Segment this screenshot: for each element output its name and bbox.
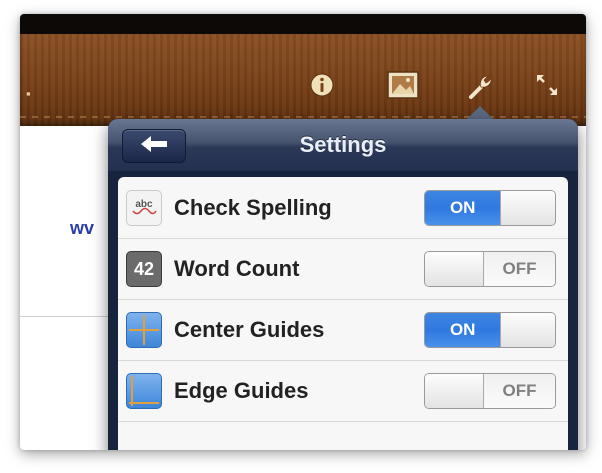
wrench-icon[interactable]	[462, 68, 498, 104]
toggle-knob	[500, 313, 555, 347]
toggle-state: OFF	[484, 374, 555, 408]
status-bar	[20, 14, 586, 34]
setting-row-check-spelling: abc Check Spelling ON	[118, 177, 568, 239]
toggle-knob	[425, 374, 484, 408]
spellcheck-icon: abc	[126, 190, 162, 226]
popover-header: Settings	[108, 119, 578, 171]
word-count-icon: 42	[126, 251, 162, 287]
left-arrow-icon	[139, 134, 169, 159]
document-divider	[20, 316, 120, 317]
edge-guides-icon	[126, 373, 162, 409]
center-guides-icon	[126, 312, 162, 348]
image-icon[interactable]	[384, 68, 422, 102]
center-guides-toggle[interactable]: ON	[424, 312, 556, 348]
edge-guides-toggle[interactable]: OFF	[424, 373, 556, 409]
info-icon[interactable]	[307, 70, 337, 100]
toggle-state: ON	[425, 313, 501, 347]
setting-label: Word Count	[174, 256, 300, 281]
toggle-knob	[500, 191, 555, 225]
settings-list: abc Check Spelling ON 42 Word Count OFF …	[118, 177, 568, 450]
setting-row-word-count: 42 Word Count OFF	[118, 238, 568, 300]
settings-popover: Settings abc Check Spelling ON 42 Word C…	[108, 119, 578, 450]
toolbar-edge-glyph: ▪	[26, 86, 31, 101]
setting-label: Edge Guides	[174, 378, 309, 403]
app-window: ▪ wv Settings abc Check Spelling ON 42 W…	[20, 14, 586, 450]
back-button[interactable]	[122, 129, 186, 163]
toggle-state: ON	[425, 191, 501, 225]
popover-arrow	[466, 106, 494, 120]
toggle-knob	[425, 252, 484, 286]
setting-label: Center Guides	[174, 317, 325, 342]
check-spelling-toggle[interactable]: ON	[424, 190, 556, 226]
setting-row-edge-guides: Edge Guides OFF	[118, 360, 568, 422]
word-count-icon-text: 42	[133, 258, 155, 279]
expand-icon[interactable]	[532, 70, 562, 100]
toolbar: ▪	[20, 34, 586, 126]
toggle-state: OFF	[484, 252, 555, 286]
word-count-toggle[interactable]: OFF	[424, 251, 556, 287]
document-text: wv	[70, 218, 95, 238]
setting-row-center-guides: Center Guides ON	[118, 299, 568, 361]
toolbar-stitching	[20, 116, 586, 118]
setting-label: Check Spelling	[174, 195, 332, 220]
